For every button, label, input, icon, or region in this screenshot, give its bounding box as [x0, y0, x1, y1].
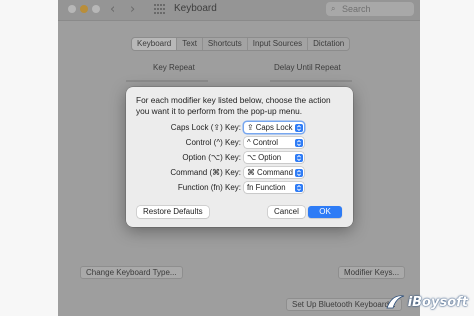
window-title: Keyboard: [174, 3, 217, 14]
delay-until-repeat-slider[interactable]: [270, 80, 352, 82]
change-keyboard-type-button[interactable]: Change Keyboard Type...: [80, 266, 183, 279]
close-window-button[interactable]: [68, 5, 76, 13]
cancel-button[interactable]: Cancel: [268, 206, 305, 218]
restore-defaults-button[interactable]: Restore Defaults: [137, 206, 209, 218]
tab-dictation[interactable]: Dictation: [308, 38, 350, 50]
dialog-message: For each modifier key listed below, choo…: [136, 95, 331, 116]
back-arrow-icon[interactable]: ‹: [110, 2, 115, 17]
search-icon: ⌕: [331, 4, 336, 13]
titlebar-divider: [58, 20, 420, 21]
command-popup-value: ⌘ Command: [247, 168, 293, 177]
minimize-window-button[interactable]: [80, 5, 88, 13]
screenshot-stage: ‹ › Keyboard ⌕ Search Keyboard Text Shor…: [0, 0, 474, 316]
iboysoft-logo-icon: [386, 295, 404, 309]
popup-chevron-icon: [295, 123, 303, 132]
control-popup[interactable]: ^ Control: [244, 137, 304, 148]
modifier-keys-button[interactable]: Modifier Keys...: [338, 266, 406, 279]
option-key-label: Option (⌥) Key:: [182, 153, 241, 162]
command-popup[interactable]: ⌘ Command: [244, 167, 304, 178]
tab-keyboard[interactable]: Keyboard: [132, 38, 178, 50]
modifier-row-caps-lock: Caps Lock (⇪) Key: ⇪ Caps Lock: [126, 122, 353, 134]
popup-chevron-icon: [295, 153, 303, 162]
preferences-tab-bar: Keyboard Text Shortcuts Input Sources Di…: [131, 37, 351, 51]
option-popup-value: ⌥ Option: [247, 153, 282, 162]
function-key-label: Function (fn) Key:: [177, 183, 241, 192]
modifier-row-option: Option (⌥) Key: ⌥ Option: [126, 152, 353, 164]
function-popup[interactable]: fn Function: [244, 182, 304, 193]
show-all-grid-icon[interactable]: [154, 4, 166, 15]
zoom-window-button[interactable]: [92, 5, 100, 13]
control-popup-value: ^ Control: [247, 138, 278, 147]
modifier-row-command: Command (⌘) Key: ⌘ Command: [126, 167, 353, 179]
popup-chevron-icon: [295, 138, 303, 147]
option-popup[interactable]: ⌥ Option: [244, 152, 304, 163]
page-background-left: [0, 0, 58, 316]
watermark-text: iBoysoft: [407, 294, 468, 310]
control-key-label: Control (^) Key:: [185, 138, 241, 147]
tab-input-sources[interactable]: Input Sources: [247, 38, 309, 50]
caps-lock-popup[interactable]: ⇪ Caps Lock: [244, 122, 304, 133]
caps-lock-key-label: Caps Lock (⇪) Key:: [170, 123, 241, 132]
tab-shortcuts[interactable]: Shortcuts: [202, 38, 248, 50]
window-titlebar: ‹ › Keyboard ⌕ Search: [58, 0, 420, 20]
forward-arrow-icon[interactable]: ›: [130, 2, 135, 17]
modifier-row-control: Control (^) Key: ^ Control: [126, 137, 353, 149]
iboysoft-watermark: iBoysoft: [384, 292, 468, 312]
popup-chevron-icon: [295, 183, 303, 192]
search-placeholder: Search: [342, 4, 371, 14]
popup-chevron-icon: [295, 168, 303, 177]
modifier-keys-dialog: For each modifier key listed below, choo…: [126, 87, 353, 227]
modifier-row-function: Function (fn) Key: fn Function: [126, 182, 353, 194]
command-key-label: Command (⌘) Key:: [170, 168, 241, 177]
search-input[interactable]: ⌕ Search: [326, 2, 414, 16]
ok-button[interactable]: OK: [308, 206, 342, 218]
function-popup-value: fn Function: [247, 183, 286, 192]
caps-lock-popup-value: ⇪ Caps Lock: [247, 123, 293, 132]
tab-text[interactable]: Text: [177, 38, 203, 50]
delay-until-repeat-label: Delay Until Repeat: [274, 63, 341, 72]
key-repeat-label: Key Repeat: [153, 63, 195, 72]
key-repeat-slider[interactable]: [126, 80, 208, 82]
page-background-right: [420, 0, 474, 316]
